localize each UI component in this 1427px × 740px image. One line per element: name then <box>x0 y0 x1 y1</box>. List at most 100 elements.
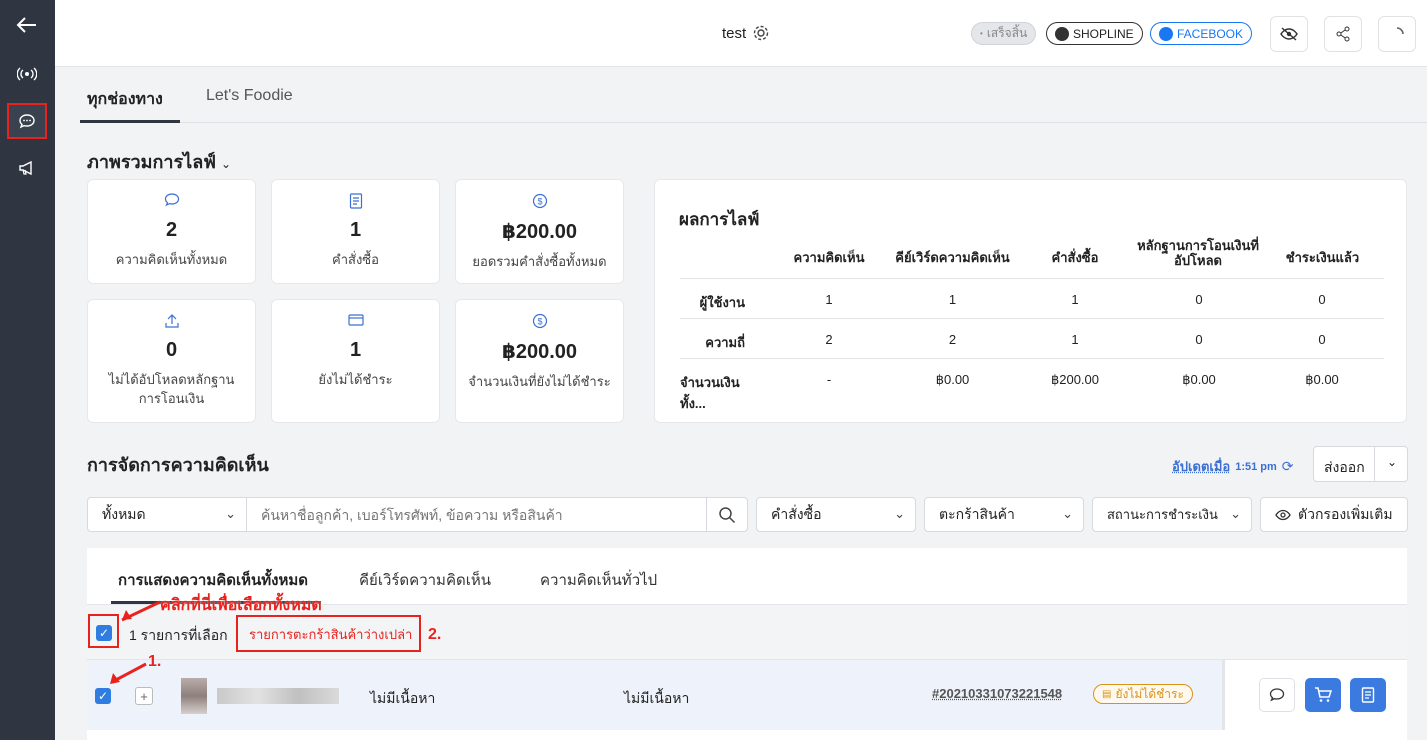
channel-tabs: ทุกช่องทาง Let's Foodie <box>80 68 1427 123</box>
avatar <box>181 678 207 714</box>
results-cell: ฿0.00 <box>1182 372 1216 387</box>
divider <box>680 358 1384 359</box>
customer-name-blurred <box>217 688 339 704</box>
stat-value: ฿200.00 <box>501 341 578 363</box>
stat-label: ไม่ได้อัปโหลดหลักฐาน การโอนเงิน <box>108 372 235 406</box>
card-icon <box>272 313 439 331</box>
chevron-down-icon: ⌄ <box>225 506 236 521</box>
cart-filter[interactable]: ตะกร้าสินค้า ⌄ <box>924 497 1084 532</box>
comment-management-title: การจัดการความคิดเห็น <box>87 455 269 475</box>
live-results-panel: ผลการไลฟ์ ความคิดเห็น คีย์เวิร์ดความคิดเ… <box>654 179 1407 423</box>
comment-icon <box>88 193 255 211</box>
order-id-link[interactable]: #20210331073221548 <box>932 686 1062 701</box>
stat-card-no-proof: 0 ไม่ได้อัปโหลดหลักฐาน การโอนเงิน <box>87 299 256 423</box>
payment-status-filter[interactable]: สถานะการชำระเงิน ⌄ <box>1092 497 1252 532</box>
divider <box>1374 447 1375 481</box>
stat-value: 0 <box>165 339 178 361</box>
live-broadcast-icon[interactable] <box>7 56 47 92</box>
overview-title[interactable]: ภาพรวมการไลฟ์ ⌄ <box>87 147 231 176</box>
results-header: คำสั่งซื้อ <box>1051 250 1099 265</box>
facebook-badge[interactable]: FACEBOOK <box>1150 22 1253 45</box>
payment-status-badge: ▤ ยังไม่ได้ชำระ <box>1093 684 1193 704</box>
results-cell: - <box>826 372 832 387</box>
facebook-logo-icon <box>1159 26 1173 41</box>
results-row-label: จำนวนเงินทั้ง... <box>680 375 740 411</box>
coin-icon: $ <box>456 313 623 331</box>
status-badge-label: เสร็จสิ้น <box>986 26 1028 40</box>
cart-filter-label: ตะกร้าสินค้า <box>939 505 1015 522</box>
stat-value: 2 <box>165 219 178 241</box>
export-button[interactable]: ส่งออก ⌄ <box>1313 446 1408 482</box>
results-header: ชำระเงินแล้ว <box>1285 250 1360 265</box>
stat-label: จำนวนเงินที่ยังไม่ได้ชำระ <box>468 374 611 389</box>
chevron-down-icon: ⌄ <box>221 157 232 171</box>
tab-all-channels[interactable]: ทุกช่องทาง <box>87 87 163 112</box>
tab-lets-foodie[interactable]: Let's Foodie <box>206 87 293 105</box>
updated-label: อัปเดตเมื่อ <box>1172 459 1231 474</box>
refresh-icon[interactable]: ⟳ <box>1282 458 1294 475</box>
results-cell: 2 <box>825 332 833 347</box>
comment-icon <box>1269 688 1285 702</box>
order-filter[interactable]: คำสั่งซื้อ ⌄ <box>756 497 916 532</box>
svg-text:$: $ <box>537 197 542 207</box>
stat-label: ยังไม่ได้ชำระ <box>318 372 393 387</box>
results-cell: 1 <box>1071 292 1079 307</box>
last-updated: อัปเดตเมื่อ 1:51 pm ⟳ <box>1172 456 1294 477</box>
create-order-button[interactable] <box>1350 678 1386 712</box>
stat-label: คำสั่งซื้อ <box>332 252 379 267</box>
gear-icon[interactable] <box>752 24 770 42</box>
stat-card-order-total: $ ฿200.00 ยอดรวมคำสั่งซื้อทั้งหมด <box>455 179 624 284</box>
stat-card-unpaid-amount: $ ฿200.00 จำนวนเงินที่ยังไม่ได้ชำระ <box>455 299 624 423</box>
results-cell: 1 <box>1071 332 1079 347</box>
shopline-label: SHOPLINE <box>1073 26 1134 41</box>
stat-card-comments: 2 ความคิดเห็นทั้งหมด <box>87 179 256 284</box>
payment-status-text: ยังไม่ได้ชำระ <box>1115 686 1184 701</box>
table-row[interactable]: ✓ + ไม่มีเนื้อหา ไม่มีเนื้อหา #202103310… <box>87 660 1407 730</box>
order-filter-label: คำสั่งซื้อ <box>771 505 822 522</box>
tab-general-comments[interactable]: ความคิดเห็นทั่วไป <box>540 568 657 592</box>
hide-eye-icon[interactable] <box>1270 16 1308 52</box>
add-to-cart-button[interactable] <box>1305 678 1341 712</box>
sidebar <box>0 0 55 740</box>
annotation-step-2: 2. <box>428 626 442 643</box>
scope-select[interactable]: ทั้งหมด ⌄ <box>87 497 247 532</box>
loading-spinner-icon <box>1378 16 1416 52</box>
chevron-down-icon[interactable]: ⌄ <box>1387 455 1397 469</box>
tab-keyword-comments[interactable]: คีย์เวิร์ดความคิดเห็น <box>359 568 491 592</box>
shopline-logo-icon <box>1055 26 1069 41</box>
annotation-select-all-text: คลิกที่นี่เพื่อเลือกทั้งหมด <box>160 597 322 614</box>
receipt-icon: ▤ <box>1102 688 1112 700</box>
results-row-label: ความถี่ <box>705 335 745 350</box>
comments-nav-icon[interactable] <box>7 103 47 139</box>
stat-value: 1 <box>349 219 362 241</box>
status-badge: • เสร็จสิ้น <box>971 22 1037 45</box>
reply-comment-button[interactable] <box>1259 678 1295 712</box>
active-tab-indicator <box>80 120 180 123</box>
results-header: ความคิดเห็น <box>793 250 865 265</box>
product-content: ไม่มีเนื้อหา <box>624 690 690 706</box>
results-cell: 0 <box>1318 332 1326 347</box>
results-cell: 0 <box>1318 292 1326 307</box>
svg-text:$: $ <box>537 317 542 327</box>
back-arrow-icon[interactable] <box>7 7 47 43</box>
results-cell: 1 <box>825 292 833 307</box>
overview-title-text: ภาพรวมการไลฟ์ <box>87 152 216 172</box>
results-cell: 0 <box>1195 292 1203 307</box>
share-icon[interactable] <box>1324 16 1362 52</box>
divider <box>680 278 1384 279</box>
live-title: test <box>722 24 770 42</box>
stat-value: ฿200.00 <box>501 221 578 243</box>
results-row-label: ผู้ใช้งาน <box>699 295 745 310</box>
shopline-badge[interactable]: SHOPLINE <box>1046 22 1143 45</box>
more-filters-button[interactable]: ตัวกรองเพิ่มเติม <box>1260 497 1408 532</box>
search-button[interactable] <box>706 497 748 532</box>
payment-status-label: สถานะการชำระเงิน <box>1107 507 1218 522</box>
upload-icon <box>88 313 255 331</box>
megaphone-icon[interactable] <box>7 150 47 186</box>
tab-all-comments[interactable]: การแสดงความคิดเห็นทั้งหมด <box>118 568 308 592</box>
facebook-label: FACEBOOK <box>1177 26 1244 41</box>
more-filters-label: ตัวกรองเพิ่มเติม <box>1298 505 1393 522</box>
stat-value: 1 <box>349 339 362 361</box>
search-input[interactable] <box>246 497 707 532</box>
search-icon <box>719 506 736 523</box>
